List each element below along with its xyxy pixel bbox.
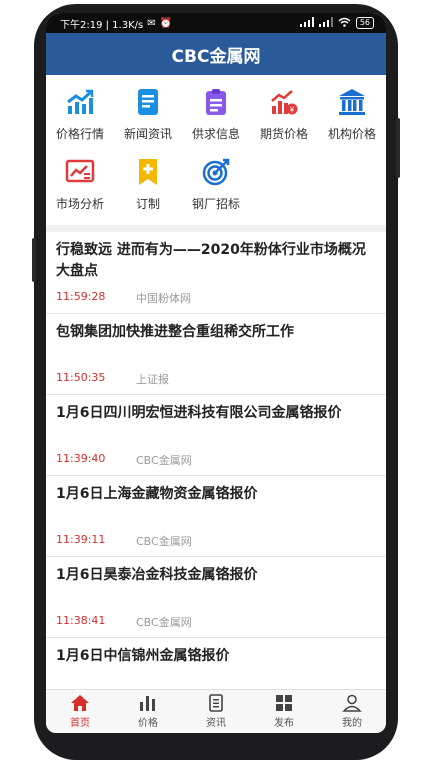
tab-price[interactable]: 价格 — [114, 690, 182, 733]
grid-item-steel-tender[interactable]: 钢厂招标 — [182, 155, 250, 225]
phone-side-button — [32, 238, 36, 282]
signal-icon-2 — [318, 16, 333, 30]
grid-item-label: 订制 — [135, 197, 160, 211]
tab-label: 首页 — [70, 718, 90, 729]
tab-label: 发布 — [274, 718, 294, 729]
news-item[interactable]: 行稳致远 进而有为——2020年粉体行业市场概况大盘点 11:59:28 中国粉体… — [46, 232, 386, 314]
home-icon — [70, 694, 90, 712]
news-title: 1月6日上海金藏物资金属铬报价 — [56, 486, 258, 502]
institution-building-icon — [337, 87, 367, 117]
grid-item-label: 新闻资讯 — [123, 127, 172, 141]
trend-chart-icon — [65, 87, 95, 117]
news-source: CBC金属网 — [136, 616, 192, 629]
news-title: 1月6日昊泰冶金科技金属铬报价 — [56, 567, 258, 583]
grid-icon — [274, 694, 294, 712]
grid-item-label: 供求信息 — [191, 127, 240, 141]
news-source: CBC金属网 — [136, 454, 192, 467]
news-item[interactable]: 包钢集团加快推进整合重组稀交所工作 11:50:35 上证报 — [46, 314, 386, 395]
battery-icon: 56 — [355, 17, 374, 29]
news-time: 11:39:11 — [56, 533, 106, 546]
grid-item-label: 市场分析 — [55, 197, 104, 211]
news-title: 包钢集团加快推进整合重组稀交所工作 — [56, 324, 294, 340]
alarm-icon: ⏰ — [159, 17, 173, 29]
news-title: 行稳致远 进而有为——2020年粉体行业市场概况大盘点 — [56, 242, 366, 279]
news-time: 11:38:41 — [56, 614, 106, 627]
clipboard-icon — [201, 87, 231, 117]
section-divider — [46, 225, 386, 232]
news-time: 11:59:28 — [56, 290, 106, 303]
target-icon — [201, 157, 231, 187]
news-source: 中国粉体网 — [136, 292, 191, 305]
grid-item-customize[interactable]: 订制 — [114, 155, 182, 225]
app-title: CBC金属网 — [171, 46, 261, 67]
news-time: 11:50:35 — [56, 371, 106, 384]
news-source: CBC金属网 — [136, 535, 192, 548]
news-title: 1月6日中信锦州金属铬报价 — [56, 648, 230, 664]
news-document-icon — [133, 87, 163, 117]
grid-item-institution[interactable]: 机构价格 — [318, 85, 386, 155]
grid-item-market-analysis[interactable]: 市场分析 — [46, 155, 114, 225]
app-screen: 下午2:19 | 1.3K/s ✉ ⏰ 56 CBC金属网 价格行情 新闻资讯 … — [46, 13, 386, 733]
futures-bar-chart-icon: ¥ — [269, 87, 299, 117]
grid-item-label: 期货价格 — [259, 127, 308, 141]
person-icon — [342, 694, 362, 712]
bar-chart-icon — [138, 694, 158, 712]
category-grid: 价格行情 新闻资讯 供求信息 ¥ 期货价格 机构价格 市场分析 订制 钢厂招标 — [46, 75, 386, 225]
tab-news[interactable]: 资讯 — [182, 690, 250, 733]
analysis-chart-icon — [65, 157, 95, 187]
message-icon: ✉ — [147, 17, 156, 29]
news-item[interactable]: 1月6日昊泰冶金科技金属铬报价 11:38:41 CBC金属网 — [46, 557, 386, 638]
news-item[interactable]: 1月6日上海金藏物资金属铬报价 11:39:11 CBC金属网 — [46, 476, 386, 557]
grid-item-supply-demand[interactable]: 供求信息 — [182, 85, 250, 155]
bottom-tab-bar: 首页 价格 资讯 发布 我的 — [46, 689, 386, 733]
document-icon — [206, 694, 226, 712]
news-list: 行稳致远 进而有为——2020年粉体行业市场概况大盘点 11:59:28 中国粉体… — [46, 232, 386, 719]
news-source: 上证报 — [136, 373, 169, 386]
tab-publish[interactable]: 发布 — [250, 690, 318, 733]
tab-home[interactable]: 首页 — [46, 690, 114, 733]
tab-label: 资讯 — [206, 718, 226, 729]
wifi-icon — [338, 17, 351, 30]
grid-item-news[interactable]: 新闻资讯 — [114, 85, 182, 155]
news-time: 11:39:40 — [56, 452, 106, 465]
signal-icon — [299, 16, 314, 30]
grid-item-label: 价格行情 — [55, 127, 104, 141]
grid-item-label: 机构价格 — [327, 127, 376, 141]
news-item[interactable]: 1月6日四川明宏恒进科技有限公司金属铬报价 11:39:40 CBC金属网 — [46, 395, 386, 476]
news-title: 1月6日四川明宏恒进科技有限公司金属铬报价 — [56, 405, 342, 421]
grid-item-price-quotes[interactable]: 价格行情 — [46, 85, 114, 155]
tab-label: 价格 — [138, 718, 158, 729]
svg-text:¥: ¥ — [289, 106, 295, 115]
bookmark-plus-icon — [133, 157, 163, 187]
status-bar: 下午2:19 | 1.3K/s ✉ ⏰ 56 — [46, 13, 386, 33]
app-header: CBC金属网 — [46, 33, 386, 75]
status-time: 下午2:19 | 1.3K/s — [60, 19, 144, 31]
tab-profile[interactable]: 我的 — [318, 690, 386, 733]
tab-label: 我的 — [342, 718, 362, 729]
grid-item-label: 钢厂招标 — [191, 197, 240, 211]
phone-side-button — [396, 118, 400, 178]
grid-item-futures[interactable]: ¥ 期货价格 — [250, 85, 318, 155]
